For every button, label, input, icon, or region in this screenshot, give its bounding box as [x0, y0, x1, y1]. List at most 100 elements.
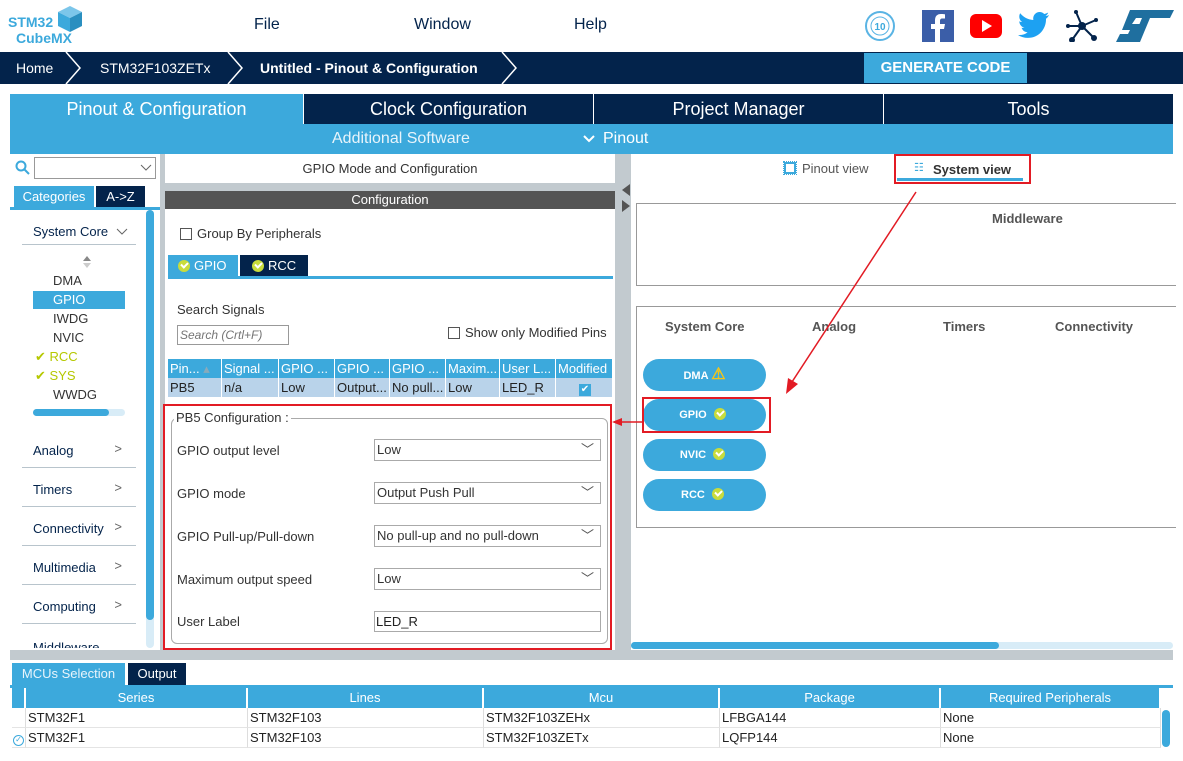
- category-middleware-clipped[interactable]: Middleware: [22, 624, 136, 648]
- scrollbar-thumb[interactable]: [33, 409, 109, 416]
- chevron-right-icon: >: [114, 441, 122, 456]
- twitter-icon[interactable]: [1018, 10, 1050, 40]
- column-header-required-peripherals[interactable]: Required Peripherals: [941, 688, 1161, 708]
- sidebar-item-nvic[interactable]: NVIC: [53, 330, 84, 345]
- pin-table: Pin... ▴ Signal ... GPIO ... GPIO ... GP…: [168, 359, 613, 397]
- nvic-component-button[interactable]: NVIC: [643, 439, 766, 471]
- table-cell: n/a: [222, 378, 279, 397]
- sidebar-item-gpio[interactable]: GPIO: [33, 291, 125, 309]
- sidebar-search-combo[interactable]: [34, 157, 156, 179]
- horizontal-scrollbar[interactable]: [33, 409, 125, 416]
- column-header[interactable]: GPIO ...: [279, 359, 335, 378]
- column-header-series[interactable]: Series: [26, 688, 248, 708]
- search-signals-input[interactable]: [177, 325, 289, 345]
- sidebar-item-label: RCC: [49, 349, 78, 364]
- category-computing[interactable]: Computing >: [22, 585, 136, 624]
- user-label-input[interactable]: [374, 611, 601, 632]
- chevron-right-icon: >: [114, 558, 122, 573]
- logo-text-stm32: STM32: [8, 14, 54, 30]
- st-logo-icon[interactable]: [1116, 10, 1174, 42]
- gpio-output-level-select[interactable]: Low ﹀: [374, 439, 601, 461]
- middleware-heading: Middleware: [992, 211, 1063, 226]
- search-signals-label: Search Signals: [177, 302, 265, 317]
- menu-help[interactable]: Help: [574, 16, 607, 34]
- additional-software-button[interactable]: Additional Software: [332, 130, 470, 148]
- table-row[interactable]: STM32F1 STM32F103 STM32F103ZEHx LFBGA144…: [12, 708, 1161, 728]
- column-header[interactable]: User L...: [500, 359, 556, 378]
- column-header-lines[interactable]: Lines: [248, 688, 484, 708]
- category-multimedia[interactable]: Multimedia >: [22, 546, 136, 585]
- pinout-view-tab[interactable]: Pinout view: [783, 161, 868, 176]
- column-header[interactable]: Maxim...: [446, 359, 500, 378]
- scrollbar-thumb[interactable]: [146, 210, 154, 620]
- tab-tools[interactable]: Tools: [884, 94, 1173, 124]
- tab-gpio[interactable]: GPIO: [168, 255, 238, 276]
- component-label: RCC: [681, 489, 705, 501]
- table-cell: STM32F103ZEHx: [484, 708, 720, 728]
- sidebar-tab-az[interactable]: A->Z: [96, 186, 145, 207]
- gpio-pull-select[interactable]: No pull-up and no pull-down ﹀: [374, 525, 601, 547]
- checkbox-label: Group By Peripherals: [197, 226, 322, 241]
- rcc-component-button[interactable]: RCC: [643, 479, 766, 511]
- facebook-icon[interactable]: [922, 10, 954, 42]
- show-modified-pins-checkbox[interactable]: Show only Modified Pins: [448, 325, 607, 340]
- field-label: GPIO Pull-up/Pull-down: [177, 529, 315, 544]
- group-by-peripherals-checkbox[interactable]: Group By Peripherals: [180, 226, 321, 241]
- column-header[interactable]: Signal ...: [222, 359, 279, 378]
- tab-label: System view: [933, 162, 1012, 177]
- max-output-speed-select[interactable]: Low ﹀: [374, 568, 601, 590]
- scrollbar-thumb[interactable]: [631, 642, 999, 649]
- sidebar-item-sys[interactable]: ✔ SYS: [35, 368, 76, 384]
- column-header-mcu[interactable]: Mcu: [484, 688, 720, 708]
- connectivity-heading: Connectivity: [1055, 319, 1134, 334]
- sidebar-scrollbar[interactable]: [146, 210, 154, 648]
- category-system-core[interactable]: System Core: [22, 214, 136, 245]
- check-circle-icon: [252, 260, 264, 272]
- sidebar-item-dma[interactable]: DMA: [53, 273, 82, 288]
- youtube-icon[interactable]: [970, 14, 1002, 38]
- breadcrumb-separator-icon: [501, 52, 517, 84]
- category-connectivity[interactable]: Connectivity >: [22, 507, 136, 546]
- gpio-mode-select[interactable]: Output Push Pull ﹀: [374, 482, 601, 504]
- bottom-tab-mcus-selection[interactable]: MCUs Selection: [12, 663, 125, 685]
- category-analog[interactable]: Analog >: [22, 429, 136, 468]
- sidebar-item-iwdg[interactable]: IWDG: [53, 311, 88, 326]
- field-label: GPIO output level: [177, 443, 280, 458]
- annotation-arrows: [612, 191, 917, 426]
- tab-rcc[interactable]: RCC: [240, 255, 308, 276]
- tab-pinout-configuration[interactable]: Pinout & Configuration: [10, 94, 303, 124]
- chevron-down-icon[interactable]: [140, 164, 152, 172]
- search-icon: [15, 160, 30, 175]
- column-header[interactable]: GPIO ...: [335, 359, 390, 378]
- pinout-menu-button[interactable]: Pinout: [603, 130, 648, 148]
- sidebar-tab-categories[interactable]: Categories: [14, 186, 94, 207]
- check-circle-icon: [713, 448, 726, 460]
- table-cell: STM32F103ZETx: [484, 728, 720, 748]
- table-row-selected[interactable]: ✓ STM32F1 STM32F103 STM32F103ZETx LQFP14…: [12, 728, 1161, 748]
- row-indicator: ✓: [12, 728, 26, 748]
- tab-underline: [10, 207, 160, 210]
- breadcrumb-mcu[interactable]: STM32F103ZETx: [100, 52, 210, 84]
- breadcrumb-home[interactable]: Home: [16, 52, 53, 84]
- checked-checkbox-icon[interactable]: ✔: [579, 384, 591, 396]
- table-row[interactable]: PB5 n/a Low Output... No pull... Low LED…: [168, 378, 613, 397]
- bottom-vertical-scrollbar[interactable]: [1162, 710, 1170, 747]
- anniversary-10-years-icon[interactable]: 10: [864, 10, 896, 42]
- tab-project-manager[interactable]: Project Manager: [594, 94, 883, 124]
- column-header[interactable]: GPIO ...: [390, 359, 446, 378]
- menu-file[interactable]: File: [254, 16, 280, 34]
- category-timers[interactable]: Timers >: [22, 468, 136, 507]
- bottom-tab-output[interactable]: Output: [128, 663, 186, 685]
- selected-check-icon: ✓: [13, 735, 24, 746]
- menu-window[interactable]: Window: [414, 16, 471, 34]
- sidebar-item-rcc[interactable]: ✔ RCC: [35, 349, 78, 365]
- sidebar-item-wwdg[interactable]: WWDG: [53, 387, 97, 402]
- network-icon[interactable]: [1066, 10, 1098, 42]
- sort-icon: ▴: [203, 361, 210, 376]
- right-horizontal-scrollbar[interactable]: [631, 642, 1173, 649]
- sort-icon[interactable]: [83, 256, 91, 268]
- generate-code-button[interactable]: GENERATE CODE: [864, 53, 1027, 83]
- tab-clock-configuration[interactable]: Clock Configuration: [304, 94, 593, 124]
- column-header-package[interactable]: Package: [720, 688, 941, 708]
- column-header-pin[interactable]: Pin... ▴: [168, 359, 222, 378]
